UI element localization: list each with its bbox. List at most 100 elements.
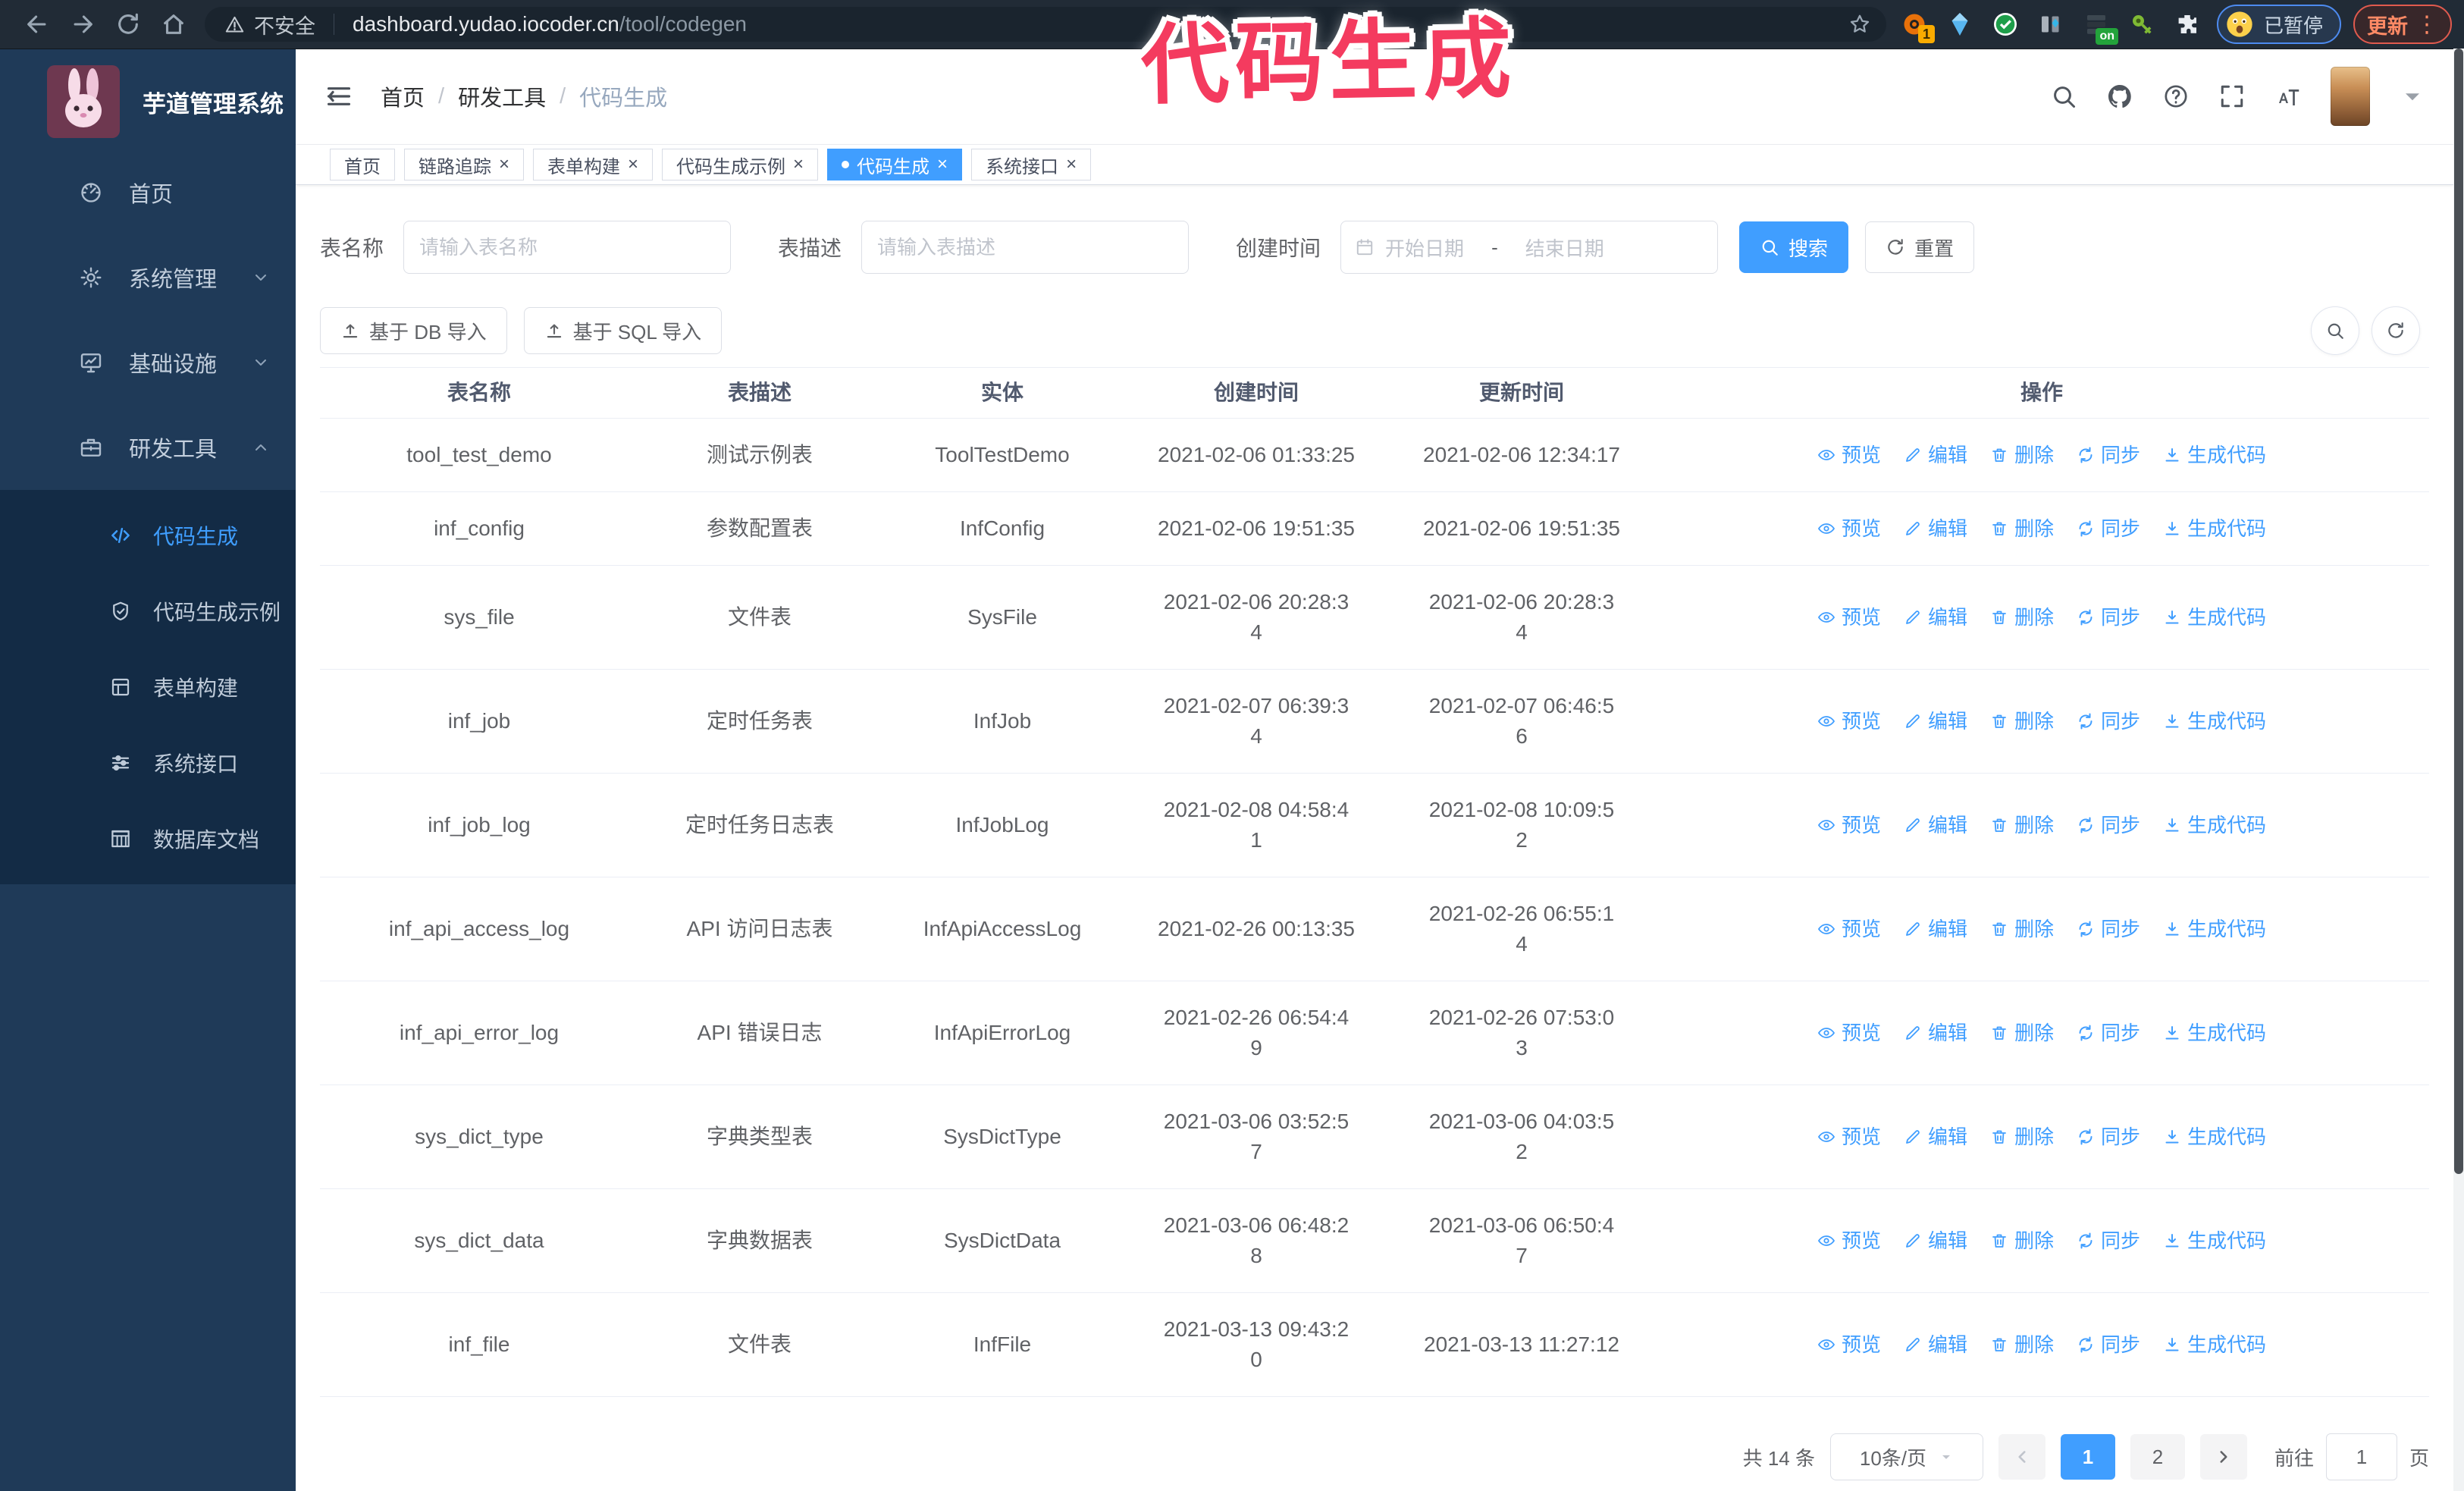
sidebar-item-首页[interactable]: 首页 [0,150,296,235]
action-edit[interactable]: 编辑 [1904,706,1967,736]
sidebar-subitem-代码生成示例[interactable]: 代码生成示例 [0,573,296,649]
browser-menu-dots-icon[interactable]: ⋮ [2415,11,2438,38]
action-preview[interactable]: 预览 [1817,914,1881,944]
caret-down-icon[interactable] [2399,83,2426,110]
close-icon[interactable]: × [1066,155,1077,174]
action-preview[interactable]: 预览 [1817,1122,1881,1152]
shield-extension-icon[interactable] [1991,10,2020,39]
action-delete[interactable]: 删除 [1990,602,2054,632]
action-generate[interactable]: 生成代码 [2163,1122,2266,1152]
help-icon[interactable] [2162,83,2190,110]
action-preview[interactable]: 预览 [1817,513,1881,544]
action-delete[interactable]: 删除 [1990,810,2054,840]
url-bar[interactable]: 不安全 dashboard.yudao.iocoder.cn/tool/code… [205,7,1886,42]
action-delete[interactable]: 删除 [1990,1018,2054,1048]
key-extension-icon[interactable] [2127,10,2156,39]
sidebar-logo-row[interactable]: 芋道管理系统 [0,49,296,150]
sidebar-item-研发工具[interactable]: 研发工具 [0,405,296,490]
sidebar-subitem-数据库文档[interactable]: 数据库文档 [0,801,296,877]
action-sync[interactable]: 同步 [2077,1122,2140,1152]
action-sync[interactable]: 同步 [2077,602,2140,632]
refresh-table-button[interactable] [2372,306,2420,355]
page-button-2[interactable]: 2 [2130,1434,2185,1480]
gem-extension-icon[interactable] [1945,10,1974,39]
action-delete[interactable]: 删除 [1990,914,2054,944]
reload-icon[interactable] [111,7,146,42]
window-scrollbar[interactable] [2453,49,2464,1491]
action-delete[interactable]: 删除 [1990,1329,2054,1360]
action-sync[interactable]: 同步 [2077,914,2140,944]
action-generate[interactable]: 生成代码 [2163,1018,2266,1048]
close-icon[interactable]: × [499,155,509,174]
tab-代码生成示例[interactable]: 代码生成示例 × [662,149,819,180]
sql-import-button[interactable]: 基于 SQL 导入 [523,307,723,354]
goto-page-input[interactable] [2325,1433,2397,1480]
tab-系统接口[interactable]: 系统接口 × [971,149,1092,180]
action-sync[interactable]: 同步 [2077,1018,2140,1048]
page-button-1[interactable]: 1 [2060,1434,2115,1480]
action-edit[interactable]: 编辑 [1904,440,1967,470]
sidebar-subitem-代码生成[interactable]: 代码生成 [0,498,296,573]
action-generate[interactable]: 生成代码 [2163,1226,2266,1256]
toggle-search-button[interactable] [2311,306,2359,355]
tab-表单构建[interactable]: 表单构建 × [533,149,654,180]
date-range-picker[interactable]: 开始日期 - 结束日期 [1340,221,1719,274]
next-page-button[interactable] [2199,1434,2247,1480]
action-delete[interactable]: 删除 [1990,1122,2054,1152]
action-preview[interactable]: 预览 [1817,810,1881,840]
action-edit[interactable]: 编辑 [1904,1122,1967,1152]
scrollbar-thumb[interactable] [2454,49,2463,1174]
github-icon[interactable] [2106,83,2133,110]
action-delete[interactable]: 删除 [1990,706,2054,736]
action-delete[interactable]: 删除 [1990,1226,2054,1256]
breadcrumb-item[interactable]: 首页 [381,80,425,112]
db-import-button[interactable]: 基于 DB 导入 [320,307,507,354]
search-button[interactable]: 搜索 [1739,221,1849,273]
sidebar-item-系统管理[interactable]: 系统管理 [0,235,296,320]
action-edit[interactable]: 编辑 [1904,1018,1967,1048]
action-preview[interactable]: 预览 [1817,602,1881,632]
back-icon[interactable] [20,7,55,42]
action-sync[interactable]: 同步 [2077,706,2140,736]
action-preview[interactable]: 预览 [1817,1226,1881,1256]
bookmark-star-icon[interactable] [1848,13,1871,36]
user-avatar[interactable] [2331,67,2370,126]
page-size-select[interactable]: 10条/页 [1829,1433,1983,1480]
action-sync[interactable]: 同步 [2077,810,2140,840]
sidebar-subitem-系统接口[interactable]: 系统接口 [0,725,296,801]
action-preview[interactable]: 预览 [1817,1018,1881,1048]
action-edit[interactable]: 编辑 [1904,1329,1967,1360]
action-preview[interactable]: 预览 [1817,440,1881,470]
action-generate[interactable]: 生成代码 [2163,513,2266,544]
action-edit[interactable]: 编辑 [1904,1226,1967,1256]
action-sync[interactable]: 同步 [2077,513,2140,544]
close-icon[interactable]: × [937,155,948,174]
tab-代码生成[interactable]: 代码生成 × [827,149,963,180]
action-edit[interactable]: 编辑 [1904,914,1967,944]
prev-page-button[interactable] [1998,1434,2045,1480]
action-preview[interactable]: 预览 [1817,1329,1881,1360]
columns-extension-icon[interactable] [2036,10,2065,39]
switch-extension-icon[interactable]: on [2082,10,2118,45]
action-sync[interactable]: 同步 [2077,440,2140,470]
puzzle-extension-icon[interactable] [2173,10,2202,39]
forward-icon[interactable] [65,7,100,42]
action-edit[interactable]: 编辑 [1904,810,1967,840]
tab-首页[interactable]: 首页 [330,149,395,180]
browser-profile-chip[interactable]: 已暂停 [2216,5,2341,44]
sidebar-subitem-表单构建[interactable]: 表单构建 [0,649,296,725]
tab-链路追踪[interactable]: 链路追踪 × [404,149,525,180]
action-generate[interactable]: 生成代码 [2163,1329,2266,1360]
action-edit[interactable]: 编辑 [1904,513,1967,544]
home-icon[interactable] [156,7,191,42]
table-desc-input[interactable] [861,221,1190,274]
action-sync[interactable]: 同步 [2077,1226,2140,1256]
search-icon[interactable] [2050,83,2077,110]
close-icon[interactable]: × [793,155,804,174]
action-generate[interactable]: 生成代码 [2163,602,2266,632]
ubuntu-extension-icon[interactable]: 1 [1900,10,1935,43]
action-delete[interactable]: 删除 [1990,440,2054,470]
font-size-icon[interactable] [2274,83,2302,110]
action-generate[interactable]: 生成代码 [2163,914,2266,944]
action-preview[interactable]: 预览 [1817,706,1881,736]
